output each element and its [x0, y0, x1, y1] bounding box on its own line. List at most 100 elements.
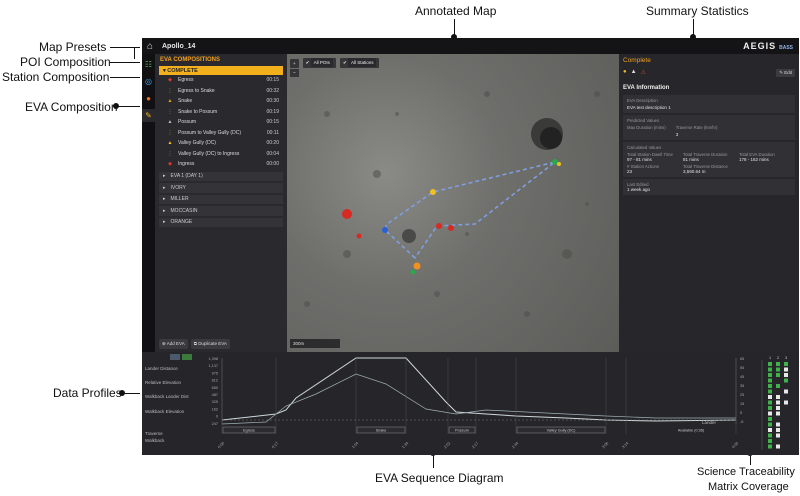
- map-presets-icon[interactable]: ☷: [142, 58, 155, 71]
- stm-cell[interactable]: [776, 428, 780, 432]
- poi-marker-yellow[interactable]: [430, 189, 436, 195]
- chevron-right-icon: ▸: [163, 173, 166, 180]
- warning-icon[interactable]: ⚠: [641, 69, 646, 76]
- eva-group-row[interactable]: ▸ MOCCASIN: [159, 206, 283, 216]
- stm-cell[interactable]: [768, 367, 772, 372]
- poi-marker-red-1[interactable]: [342, 209, 352, 219]
- profile-toggle-1[interactable]: [170, 354, 180, 360]
- chevron-right-icon: ▸: [163, 196, 166, 203]
- time-tick: 3:06: [601, 441, 609, 449]
- stm-cell[interactable]: [784, 373, 788, 377]
- all-pois-toggle[interactable]: ✔ All POIs: [302, 58, 336, 68]
- stm-cell[interactable]: [776, 400, 780, 405]
- stm-cell[interactable]: [784, 389, 788, 394]
- eva-group-row[interactable]: ▸ MILLER: [159, 194, 283, 204]
- duplicate-eva-button[interactable]: ⧉ Duplicate EVA: [190, 339, 230, 349]
- lander-marker[interactable]: [410, 269, 416, 275]
- zoom-out-button[interactable]: −: [290, 69, 299, 77]
- stm-cell[interactable]: [768, 433, 772, 438]
- stm-cell[interactable]: [768, 417, 772, 421]
- stm-column-header: 1: [769, 356, 771, 360]
- eva-group-name: MOCCASIN: [170, 207, 198, 214]
- stm-cell[interactable]: [784, 362, 788, 366]
- station-status-icon[interactable]: ●: [623, 69, 627, 76]
- add-eva-button[interactable]: ⊕ Add EVA: [159, 339, 188, 349]
- edit-button[interactable]: ✎ Edit: [776, 69, 795, 77]
- stm-cell[interactable]: [784, 400, 788, 405]
- poi-marker-blue-1[interactable]: [382, 227, 388, 233]
- stm-cell[interactable]: [768, 373, 772, 377]
- station-icon: ▲: [167, 119, 173, 126]
- stm-cell[interactable]: [768, 389, 772, 394]
- stm-coverage-callout-2: Matrix Coverage: [708, 481, 789, 493]
- stm-cell[interactable]: [784, 367, 788, 372]
- stm-cell[interactable]: [768, 384, 772, 388]
- activity-row[interactable]: ⋮ Valley Gully (DC) to Ingress 00:04: [155, 149, 287, 160]
- poi-marker-red-2[interactable]: [356, 233, 362, 239]
- poi-marker-orange[interactable]: [413, 262, 421, 270]
- poi-marker-red-4[interactable]: [448, 225, 454, 231]
- activity-name: Possum to Valley Gully (DC): [178, 129, 241, 136]
- eva-group-row[interactable]: ▸ EVA 1 (DAY 1): [159, 171, 283, 181]
- stm-cell[interactable]: [776, 395, 780, 399]
- activity-row[interactable]: ▲ Possum 00:15: [155, 117, 287, 128]
- stm-cell[interactable]: [768, 406, 772, 410]
- eva-group-row[interactable]: ▸ IVORY: [159, 183, 283, 193]
- poi-marker-yellow-2[interactable]: [557, 162, 561, 166]
- activity-row[interactable]: ◆ Ingress 00:00: [155, 159, 287, 170]
- traverse-legend: Traverse: [145, 431, 163, 436]
- poi-marker-red-3[interactable]: [436, 223, 442, 229]
- stm-cell[interactable]: [768, 395, 772, 399]
- stm-cell[interactable]: [776, 384, 780, 388]
- stm-cell[interactable]: [776, 422, 780, 427]
- all-stations-toggle[interactable]: ✔ All Stations: [339, 58, 380, 68]
- description-label: EVA Description: [627, 98, 658, 103]
- left-axis-tick: 0: [216, 415, 218, 419]
- stm-cell[interactable]: [768, 428, 772, 432]
- stm-cell[interactable]: [768, 422, 772, 427]
- stm-cell[interactable]: [768, 439, 772, 443]
- stm-cell[interactable]: [776, 444, 780, 449]
- poi-composition-icon[interactable]: ◎: [142, 75, 155, 88]
- stm-column-header: 2: [777, 356, 779, 360]
- activity-row[interactable]: ◆ Egress 00:15: [155, 75, 287, 86]
- left-axis-tick: 162: [212, 407, 218, 411]
- row-label-walkback-elevation: Walkback Elevation: [145, 409, 185, 414]
- row-label-walkback-lander-dist: Walkback Lander Dist: [145, 394, 189, 399]
- annotated-map[interactable]: + ✔ All POIs ✔ All Stations − 300m: [287, 54, 619, 352]
- stm-cell[interactable]: [768, 362, 772, 366]
- row-label-relative-elevation: Relative Elevation: [145, 380, 182, 385]
- left-axis-tick: 325: [212, 400, 218, 404]
- stm-cell[interactable]: [768, 378, 772, 383]
- stm-cell[interactable]: [784, 378, 788, 383]
- activity-row[interactable]: ⋮ Snake to Possum 00:19: [155, 107, 287, 118]
- station-composition-icon[interactable]: ●: [142, 92, 155, 105]
- activity-row[interactable]: ▲ Snake 00:30: [155, 96, 287, 107]
- stm-cell[interactable]: [776, 362, 780, 366]
- annotated-map-callout: Annotated Map: [415, 4, 497, 18]
- egress-icon: ◆: [168, 77, 172, 84]
- stm-cell[interactable]: [776, 367, 780, 372]
- stm-cell[interactable]: [776, 406, 780, 410]
- stm-cell[interactable]: [768, 400, 772, 405]
- stm-cell[interactable]: [776, 433, 780, 438]
- eva-status: Complete: [623, 57, 651, 64]
- eva-group-complete[interactable]: ▾ COMPLETE: [159, 66, 283, 75]
- activity-row[interactable]: ▲ Valley Gully (DC) 00:20: [155, 138, 287, 149]
- stm-cell[interactable]: [768, 444, 772, 449]
- stm-coverage-matrix[interactable]: 1 2 3: [744, 354, 794, 452]
- left-axis-tick: 1,398: [208, 357, 218, 361]
- stm-cell[interactable]: [776, 373, 780, 377]
- home-icon[interactable]: ⌂: [142, 41, 158, 52]
- activity-row[interactable]: ⋮ Possum to Valley Gully (DC) 00:11: [155, 128, 287, 139]
- profile-chart[interactable]: Egress Snake Possum Valley Gully (DC) Availa…: [186, 354, 746, 454]
- activity-name: Snake: [178, 98, 193, 105]
- eva-composition-icon[interactable]: ✎: [142, 109, 155, 122]
- terrain-icon[interactable]: ▲: [631, 69, 637, 76]
- stm-cell[interactable]: [768, 411, 772, 416]
- zoom-in-button[interactable]: +: [290, 58, 299, 68]
- brand-logo: AEGIS BASS: [743, 41, 793, 51]
- eva-group-row[interactable]: ▸ ORANGE: [159, 217, 283, 227]
- activity-row[interactable]: ⋮ Egress to Snake 00:32: [155, 86, 287, 97]
- stm-cell[interactable]: [776, 411, 780, 416]
